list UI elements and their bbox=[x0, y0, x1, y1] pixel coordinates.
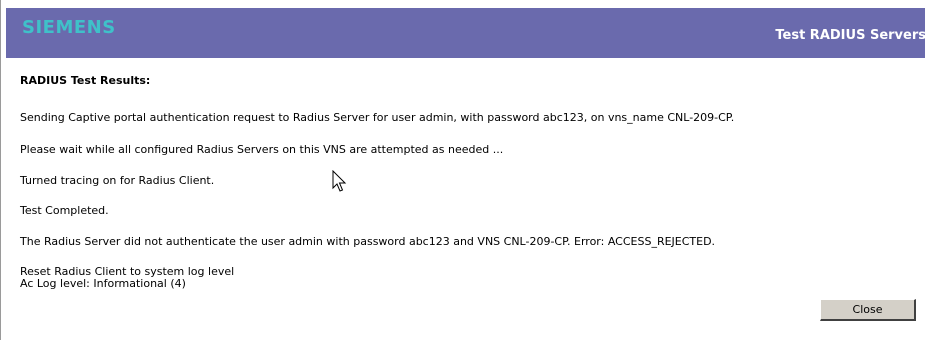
result-line: The Radius Server did not authenticate t… bbox=[20, 235, 716, 248]
result-line: Test Completed. bbox=[20, 204, 109, 217]
results-panel: RADIUS Test Results: Sending Captive por… bbox=[20, 74, 920, 290]
close-button[interactable]: Close bbox=[820, 299, 916, 321]
result-line: Turned tracing on for Radius Client. bbox=[20, 174, 215, 187]
page-title: Test RADIUS Servers bbox=[775, 28, 925, 43]
test-radius-window: SIEMENS Test RADIUS Servers RADIUS Test … bbox=[0, 0, 925, 340]
result-line: Please wait while all configured Radius … bbox=[20, 143, 504, 156]
header-bar: SIEMENS Test RADIUS Servers bbox=[6, 8, 925, 58]
result-line: Ac Log level: Informational (4) bbox=[20, 277, 186, 290]
result-line: Sending Captive portal authentication re… bbox=[20, 111, 735, 124]
siemens-logo: SIEMENS bbox=[22, 17, 116, 38]
mouse-pointer-icon bbox=[332, 170, 347, 192]
results-heading: RADIUS Test Results: bbox=[20, 74, 151, 87]
